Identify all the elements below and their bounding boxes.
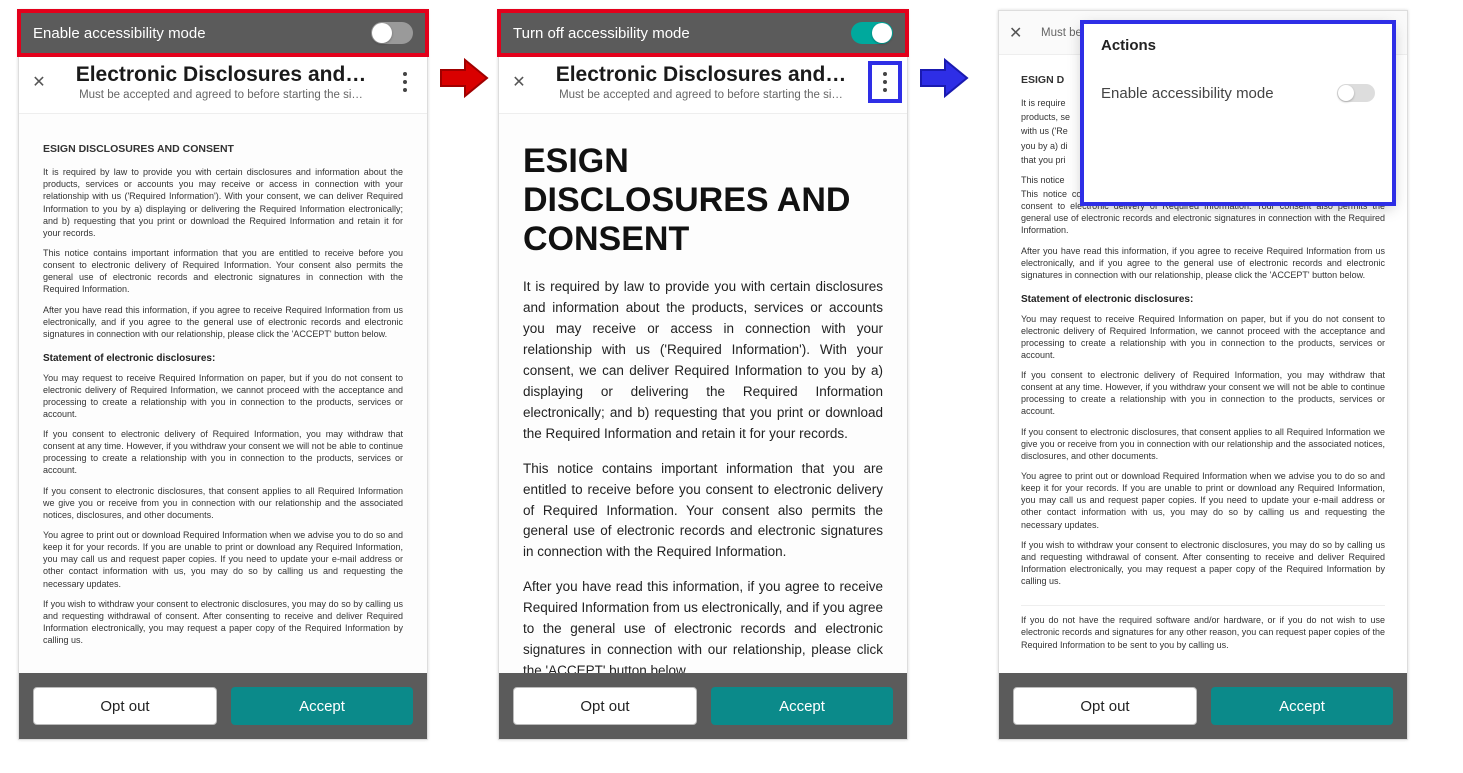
document-header: ✕ Electronic Disclosures and… Must be ac… <box>499 55 907 114</box>
kebab-menu-icon[interactable] <box>391 64 419 100</box>
doc-paragraph: After you have read this information, if… <box>1021 245 1385 281</box>
footer-bar: Opt out Accept <box>19 673 427 739</box>
opt-out-button[interactable]: Opt out <box>513 687 697 725</box>
accept-button[interactable]: Accept <box>1211 687 1393 725</box>
opt-out-button[interactable]: Opt out <box>1013 687 1197 725</box>
document-title: Electronic Disclosures and… <box>55 63 387 87</box>
accessibility-toggle-on[interactable] <box>851 22 893 44</box>
doc-paragraph: If you consent to electronic disclosures… <box>1021 426 1385 462</box>
doc-paragraph: If you wish to withdraw your consent to … <box>1021 539 1385 588</box>
doc-paragraph: After you have read this information, if… <box>523 577 883 673</box>
panel-state-2: Turn off accessibility mode ✕ Electronic… <box>498 10 908 740</box>
actions-toggle-row[interactable]: Enable accessibility mode <box>1101 84 1375 102</box>
doc-subheading: Statement of electronic disclosures: <box>43 352 403 366</box>
doc-heading: ESIGN DISCLOSURES AND CONSENT <box>523 142 883 259</box>
accessibility-toggle-bar: Turn off accessibility mode <box>499 11 907 55</box>
actions-toggle-label: Enable accessibility mode <box>1101 85 1274 102</box>
panel-state-1: Enable accessibility mode ✕ Electronic D… <box>18 10 428 740</box>
footer-bar: Opt out Accept <box>499 673 907 739</box>
accessibility-toggle-bar: Enable accessibility mode <box>19 11 427 55</box>
doc-bottom-note: If you do not have the required software… <box>1021 605 1385 650</box>
doc-paragraph: If you wish to withdraw your consent to … <box>43 598 403 647</box>
doc-paragraph: You may request to receive Required Info… <box>43 372 403 421</box>
kebab-menu-icon[interactable] <box>871 64 899 100</box>
accessibility-toggle-off[interactable] <box>371 22 413 44</box>
document-subtitle: Must be accepted and agreed to before st… <box>535 89 867 101</box>
doc-paragraph: If you consent to electronic disclosures… <box>43 485 403 521</box>
actions-title: Actions <box>1101 37 1375 54</box>
footer-bar: Opt out Accept <box>999 673 1407 739</box>
doc-paragraph: It is required by law to provide you wit… <box>523 277 883 444</box>
accept-button[interactable]: Accept <box>711 687 893 725</box>
doc-paragraph: This notice contains important informati… <box>523 459 883 564</box>
doc-paragraph: This notice contains important informati… <box>43 247 403 296</box>
flow-arrow-1 <box>428 0 498 106</box>
accept-button[interactable]: Accept <box>231 687 413 725</box>
panel-state-3: ✕ Must be ESIGN D It is require products… <box>998 10 1408 740</box>
close-icon[interactable]: ✕ <box>1009 23 1033 43</box>
doc-paragraph: You agree to print out or download Requi… <box>43 529 403 590</box>
doc-heading: ESIGN DISCLOSURES AND CONSENT <box>43 142 403 156</box>
doc-paragraph: It is required by law to provide you wit… <box>43 166 403 239</box>
actions-popover: Actions Enable accessibility mode <box>1083 23 1393 203</box>
subtitle-partial: Must be <box>1041 27 1082 39</box>
actions-toggle-off[interactable] <box>1337 84 1375 102</box>
doc-paragraph: If you consent to electronic delivery of… <box>1021 369 1385 418</box>
doc-subheading: Statement of electronic disclosures: <box>1021 293 1385 307</box>
document-body-small: ESIGN DISCLOSURES AND CONSENT It is requ… <box>19 114 427 673</box>
close-icon[interactable]: ✕ <box>507 70 531 94</box>
document-body-large: ESIGN DISCLOSURES AND CONSENT It is requ… <box>499 114 907 673</box>
opt-out-button[interactable]: Opt out <box>33 687 217 725</box>
document-title: Electronic Disclosures and… <box>535 63 867 87</box>
document-header: ✕ Electronic Disclosures and… Must be ac… <box>19 55 427 114</box>
toggle-label: Enable accessibility mode <box>33 25 206 42</box>
doc-paragraph: You may request to receive Required Info… <box>1021 313 1385 362</box>
toggle-label: Turn off accessibility mode <box>513 25 690 42</box>
flow-arrow-2 <box>908 0 978 106</box>
doc-paragraph: If you consent to electronic delivery of… <box>43 428 403 477</box>
document-subtitle: Must be accepted and agreed to before st… <box>55 89 387 101</box>
doc-paragraph: After you have read this information, if… <box>43 304 403 340</box>
doc-paragraph: You agree to print out or download Requi… <box>1021 470 1385 531</box>
close-icon[interactable]: ✕ <box>27 70 51 94</box>
